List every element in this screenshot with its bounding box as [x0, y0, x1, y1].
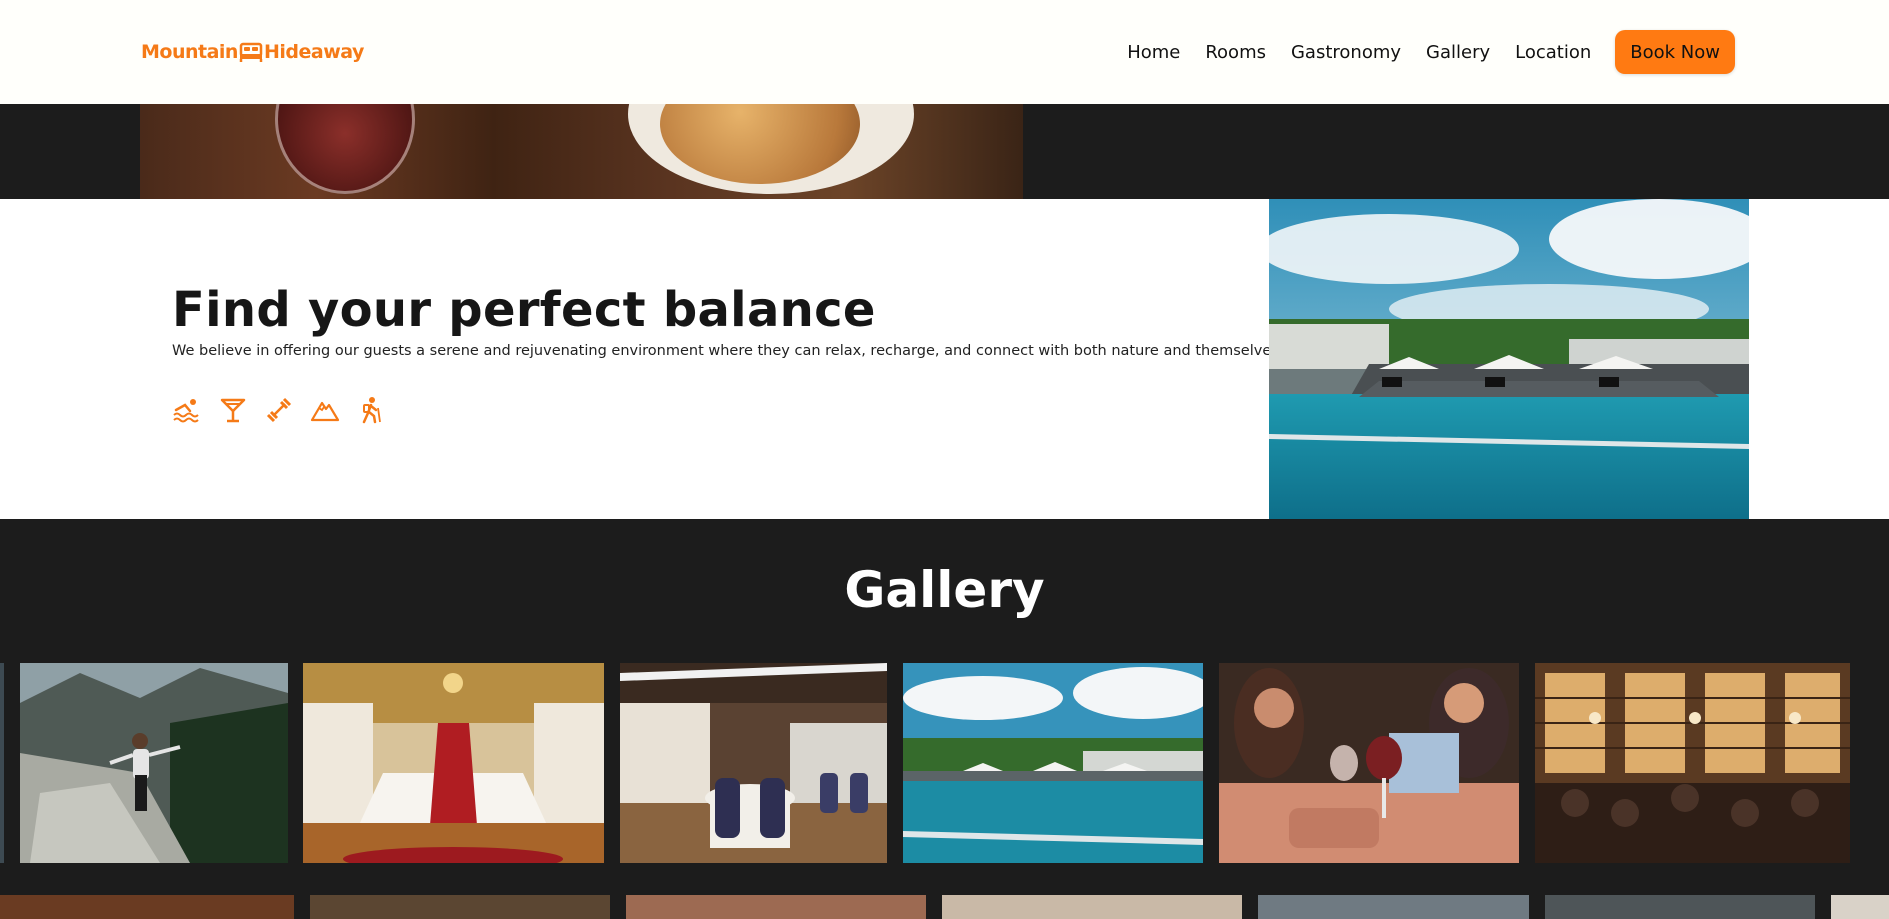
- balance-text: We believe in offering our guests a sere…: [172, 343, 1284, 359]
- site-header: Mountain Hideaway Home Rooms Gastronomy …: [0, 0, 1889, 104]
- gallery-row2-image-6[interactable]: [1545, 895, 1815, 919]
- gallery-hiker-image[interactable]: [20, 663, 288, 863]
- pool-hero-image: [1269, 199, 1749, 519]
- food-image: [140, 104, 1023, 199]
- nav-gastronomy[interactable]: Gastronomy: [1291, 42, 1401, 63]
- book-now-button[interactable]: Book Now: [1615, 30, 1735, 74]
- nav-gallery[interactable]: Gallery: [1426, 42, 1490, 63]
- amenity-icons: [172, 395, 402, 425]
- nav-location[interactable]: Location: [1515, 42, 1591, 63]
- gallery-row2-image-5[interactable]: [1258, 895, 1529, 919]
- logo[interactable]: Mountain Hideaway: [141, 41, 364, 63]
- gallery-row2-image-2[interactable]: [310, 895, 610, 919]
- gallery-partial-image[interactable]: [0, 663, 4, 863]
- gallery-staircase-image[interactable]: [303, 663, 604, 863]
- nav-rooms[interactable]: Rooms: [1205, 42, 1266, 63]
- dumbbell-icon: [264, 395, 294, 425]
- logo-text-hideaway: Hideaway: [263, 41, 364, 63]
- gallery-row2-image-1[interactable]: [0, 895, 294, 919]
- hiking-icon: [356, 395, 386, 425]
- cocktail-icon: [218, 395, 248, 425]
- balance-section: Find your perfect balance We believe in …: [0, 199, 1889, 519]
- gallery-section: Gallery: [0, 519, 1889, 919]
- food-band: [0, 104, 1889, 199]
- gallery-row2-image-7[interactable]: [1831, 895, 1889, 919]
- main-nav: Home Rooms Gastronomy Gallery Location B…: [1102, 30, 1735, 74]
- nav-home[interactable]: Home: [1127, 42, 1180, 63]
- gallery-row2-image-3[interactable]: [626, 895, 926, 919]
- gallery-wine-image[interactable]: [1219, 663, 1519, 863]
- balance-title: Find your perfect balance: [172, 282, 876, 338]
- logo-text-mountain: Mountain: [141, 41, 238, 63]
- gallery-row2-image-4[interactable]: [942, 895, 1242, 919]
- gallery-pool-image[interactable]: [903, 663, 1203, 863]
- gallery-title: Gallery: [844, 561, 1045, 619]
- gallery-dining-image[interactable]: [620, 663, 887, 863]
- mountain-icon: [310, 395, 340, 425]
- swimming-icon: [172, 395, 202, 425]
- gallery-bar-image[interactable]: [1535, 663, 1850, 863]
- bed-icon: [239, 41, 263, 63]
